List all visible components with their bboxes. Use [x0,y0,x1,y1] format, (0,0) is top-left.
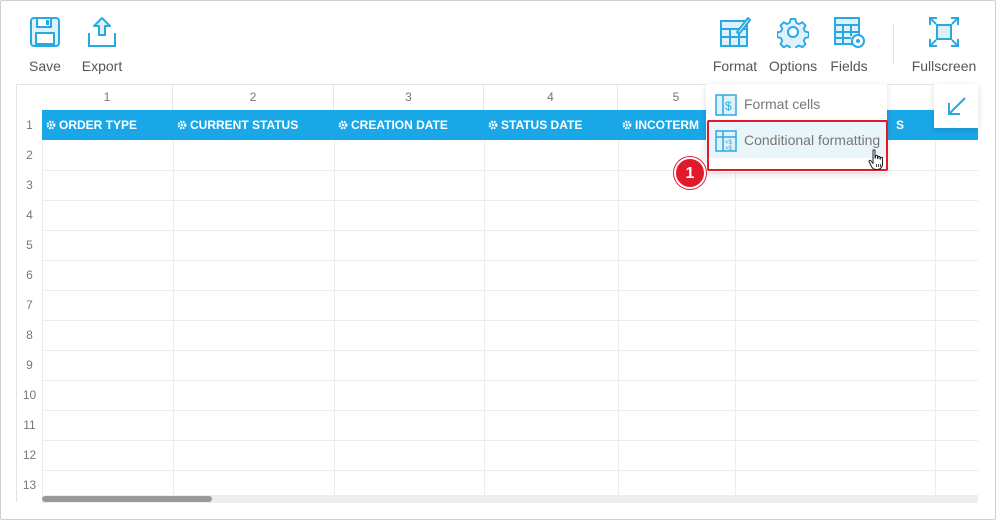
field-header-label: S [896,118,905,132]
highlight-box [707,120,888,171]
row-number[interactable]: 2 [17,140,42,170]
field-header-label: CREATION DATE [351,118,448,132]
export-button[interactable]: Export [79,16,125,74]
row-number[interactable]: 10 [17,380,42,410]
row-number[interactable]: 7 [17,290,42,320]
hand-cursor-icon [868,149,883,170]
format-icon [720,17,751,47]
fields-button[interactable]: Fields [828,16,870,74]
grid-line [17,260,978,261]
format-label: Format [712,58,758,74]
row-number[interactable]: 9 [17,350,42,380]
row-number[interactable]: 6 [17,260,42,290]
horizontal-scrollbar[interactable] [42,495,978,503]
options-button[interactable]: Options [767,16,819,74]
grid-line [618,110,619,502]
options-label: Options [768,58,818,74]
gear-icon[interactable] [338,120,348,130]
row-number[interactable]: 3 [17,170,42,200]
gear-icon[interactable] [46,120,56,130]
format-button[interactable]: Format [712,16,758,74]
row-number[interactable]: 12 [17,440,42,470]
save-label: Save [29,58,61,74]
export-icon [88,17,116,47]
export-label: Export [81,58,123,74]
grid-line [173,110,174,502]
column-number[interactable]: 3 [334,85,484,110]
save-button[interactable]: Save [25,16,65,74]
column-number[interactable]: 1 [42,85,173,110]
field-header-order-type[interactable]: ORDER TYPE [42,110,173,140]
fields-label: Fields [830,58,868,74]
field-header-label: STATUS DATE [501,118,583,132]
grid-line [484,110,485,502]
fullscreen-label: Fullscreen [911,58,977,74]
grid-line [17,350,978,351]
field-header-label: ORDER TYPE [59,118,138,132]
grid-line [17,290,978,291]
column-number[interactable]: 4 [484,85,618,110]
grid-line [17,380,978,381]
fullscreen-button[interactable]: Fullscreen [910,16,978,74]
field-header-label: INCOTERM [635,118,699,132]
column-number[interactable]: 2 [173,85,334,110]
grid-line [42,110,43,502]
menu-item-label: Format cells [744,96,821,112]
scrollbar-thumb[interactable] [42,496,212,502]
row-number[interactable]: 4 [17,200,42,230]
row-number[interactable]: 5 [17,230,42,260]
arrow-down-left-icon [948,97,966,115]
grid-line [334,110,335,502]
row-number[interactable]: 11 [17,410,42,440]
field-header-creation-date[interactable]: CREATION DATE [334,110,484,140]
svg-text:$: $ [725,99,732,113]
field-header-partial[interactable]: S [892,110,922,140]
row-number[interactable]: 8 [17,320,42,350]
row-number[interactable]: 13 [17,470,42,500]
gear-icon [777,18,809,48]
grid-line [17,470,978,471]
grid-line [935,110,936,502]
toolbar-separator [893,24,894,64]
field-header-label: CURRENT STATUS [190,118,299,132]
gear-icon[interactable] [622,120,632,130]
grid-line [17,410,978,411]
menu-item-format-cells[interactable]: $ Format cells [706,86,887,122]
grid-line [17,440,978,441]
fullscreen-icon [929,17,959,47]
grid-line [17,320,978,321]
save-icon [30,17,60,47]
format-cells-icon: $ [715,94,737,116]
row-number[interactable]: 1 [17,110,42,140]
collapse-panel-button[interactable] [934,84,978,128]
grid-line [17,230,978,231]
gear-icon[interactable] [488,120,498,130]
grid-line [17,200,978,201]
gear-icon[interactable] [177,120,187,130]
fields-icon [834,17,865,48]
step-badge: 1 [674,157,706,189]
field-header-current-status[interactable]: CURRENT STATUS [173,110,334,140]
field-header-status-date[interactable]: STATUS DATE [484,110,618,140]
